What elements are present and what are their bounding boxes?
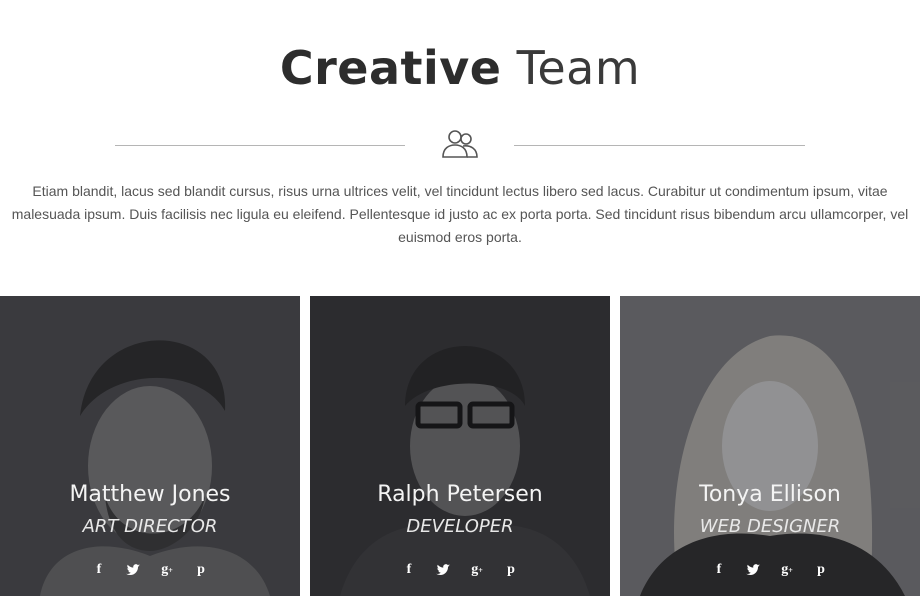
team-users-icon (442, 130, 478, 158)
twitter-icon[interactable] (745, 562, 761, 578)
team-card-tonya: Tonya Ellison WEB DESIGNER f g + p (620, 296, 920, 596)
social-links: f g + p (310, 562, 610, 578)
pinterest-icon[interactable]: p (503, 562, 519, 578)
google-plus-icon[interactable]: g + (779, 562, 795, 578)
team-card-matthew: Matthew Jones ART DIRECTOR f g + p (0, 296, 300, 596)
google-plus-icon[interactable]: g + (469, 562, 485, 578)
team-card-ralph: Ralph Petersen DEVELOPER f g + p (310, 296, 610, 596)
social-links: f g + p (0, 562, 300, 578)
member-role: ART DIRECTOR (82, 516, 218, 537)
member-role: DEVELOPER (406, 516, 514, 537)
member-name: Ralph Petersen (377, 482, 543, 507)
google-plus-icon[interactable]: g + (159, 562, 175, 578)
card-overlay (310, 296, 610, 596)
pinterest-icon[interactable]: p (193, 562, 209, 578)
divider-right (514, 145, 805, 146)
facebook-icon[interactable]: f (401, 562, 417, 578)
section-title-bold: Creative (279, 41, 502, 95)
section-title-light: Team (516, 41, 641, 95)
card-overlay (0, 296, 300, 596)
social-links: f g + p (620, 562, 920, 578)
intro-text: Etiam blandit, lacus sed blandit cursus,… (11, 183, 909, 245)
twitter-icon[interactable] (435, 562, 451, 578)
facebook-icon[interactable]: f (91, 562, 107, 578)
section-title: Creative Team (0, 40, 920, 96)
member-name: Matthew Jones (69, 482, 231, 507)
member-name: Tonya Ellison (699, 482, 841, 507)
facebook-icon[interactable]: f (711, 562, 727, 578)
twitter-icon[interactable] (125, 562, 141, 578)
member-role: WEB DESIGNER (699, 516, 841, 537)
divider-left (115, 145, 405, 146)
pinterest-icon[interactable]: p (813, 562, 829, 578)
card-overlay (620, 296, 920, 596)
